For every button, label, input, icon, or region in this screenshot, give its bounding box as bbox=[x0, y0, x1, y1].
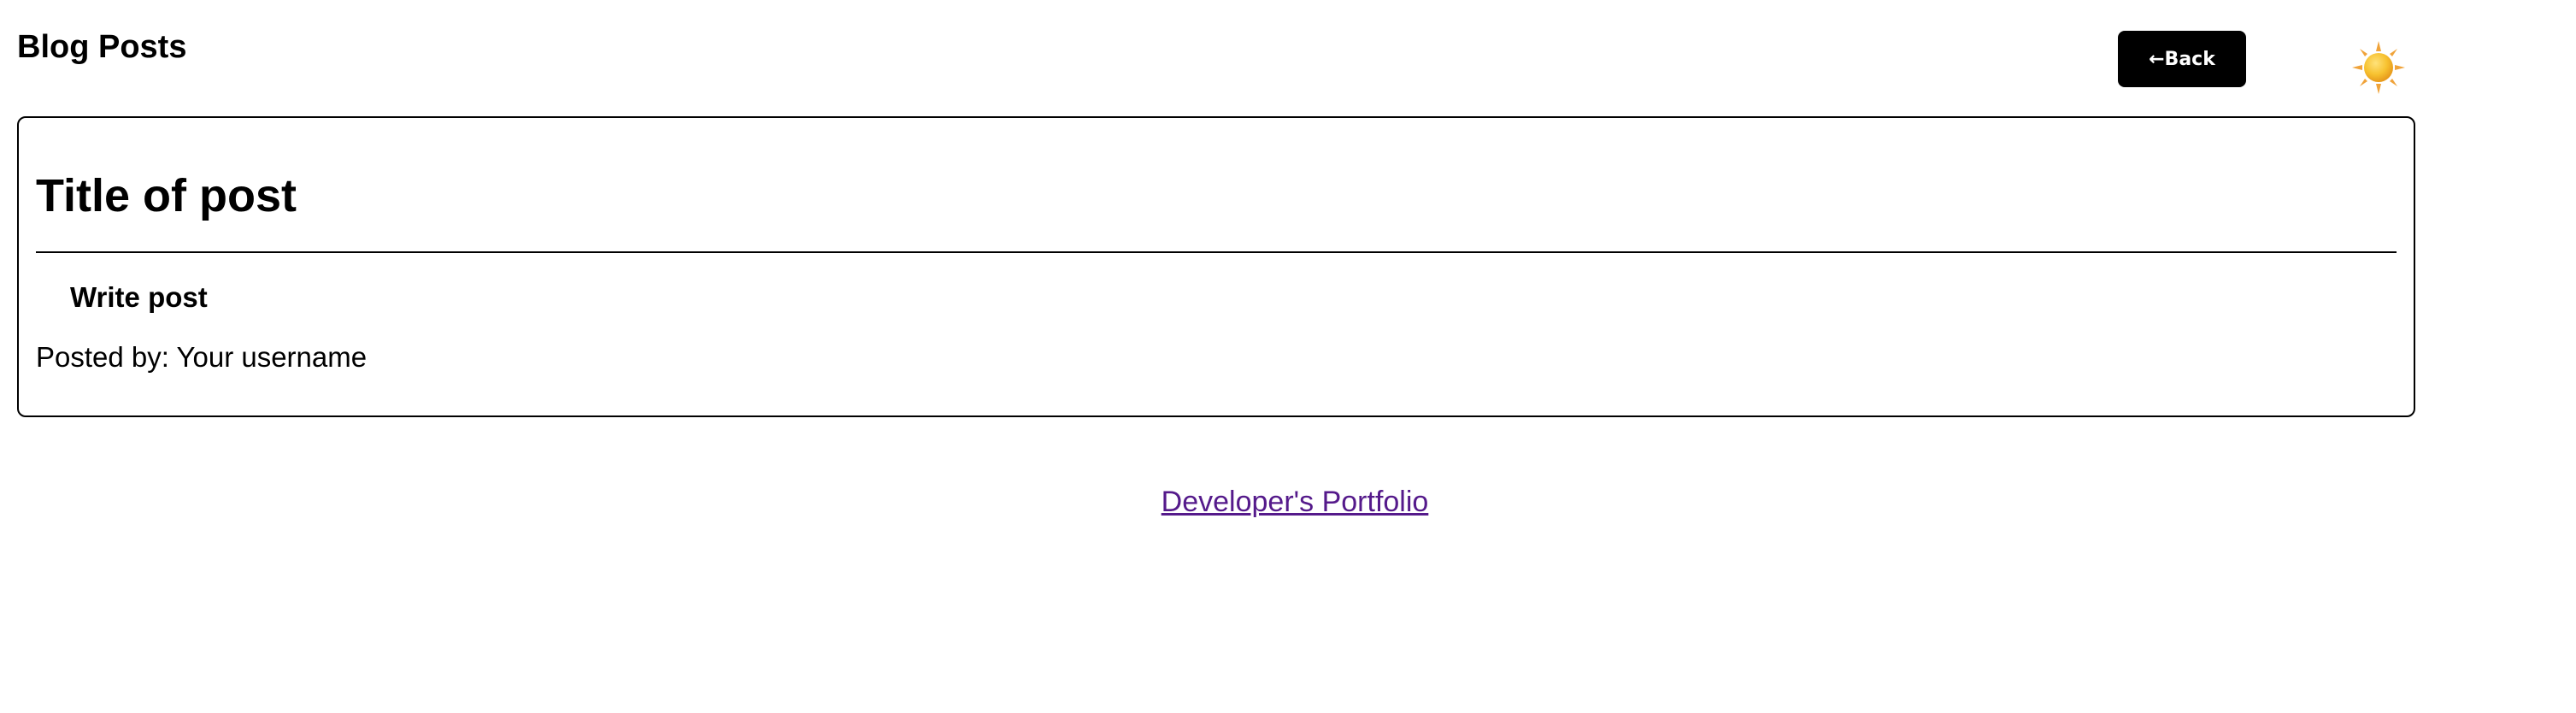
sun-icon bbox=[2352, 41, 2405, 94]
write-post-button[interactable]: Write post bbox=[70, 279, 208, 316]
developer-portfolio-link[interactable]: Developer's Portfolio bbox=[1162, 486, 1429, 518]
posted-by-text: Posted by: Your username bbox=[36, 341, 368, 373]
page-title: Blog Posts bbox=[17, 29, 187, 65]
post-title: Title of post bbox=[36, 170, 297, 221]
post-divider bbox=[36, 251, 2397, 253]
back-button[interactable]: ←Back bbox=[2118, 31, 2246, 87]
post-card: Title of post Write post Posted by: Your… bbox=[17, 116, 2415, 417]
footer-link-container: Developer's Portfolio bbox=[0, 482, 2576, 521]
theme-toggle[interactable] bbox=[2352, 41, 2405, 94]
